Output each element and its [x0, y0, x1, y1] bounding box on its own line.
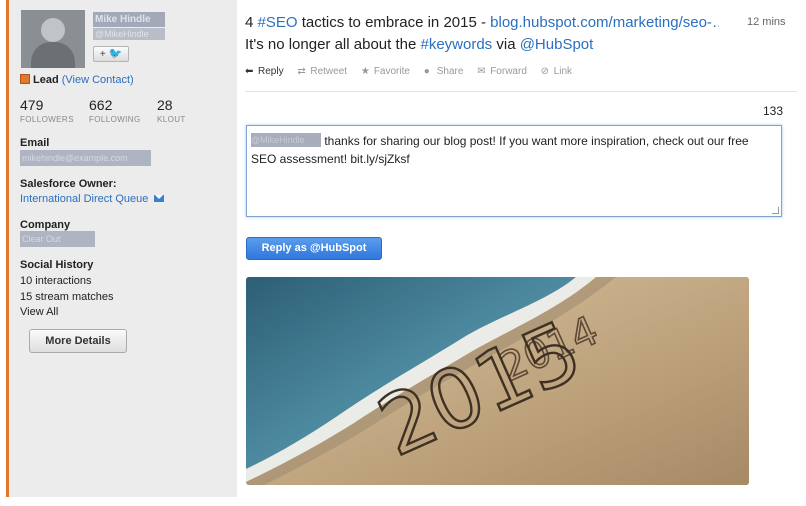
tweet-text-segment: via — [492, 36, 520, 53]
forward-label: Forward — [490, 66, 527, 77]
link-action[interactable]: ⊘ Link — [541, 66, 572, 78]
email-value[interactable]: mikehindle@example.com — [20, 150, 151, 166]
stat-label: KLOUT — [157, 115, 186, 124]
resize-handle[interactable] — [772, 207, 779, 214]
chain-link-icon: ⊘ — [540, 66, 550, 77]
retweet-action[interactable]: ⇄ Retweet — [297, 66, 347, 78]
stream-matches-count: 15 stream matches — [20, 291, 114, 303]
reply-action[interactable]: ⬅ Reply — [245, 66, 284, 78]
more-details-button[interactable]: More Details — [29, 329, 127, 353]
contact-sidebar: Mike Hindle @MikeHindle + 🐦 Lead (View C… — [9, 0, 237, 497]
stat-label: FOLLOWERS — [20, 115, 74, 124]
owner-row: International Direct Queue — [20, 192, 165, 206]
stat-label: FOLLOWING — [89, 115, 141, 124]
contact-name[interactable]: Mike Hindle — [93, 12, 165, 27]
stat-value: 28 — [157, 97, 173, 113]
actions-divider — [245, 91, 797, 92]
follow-button[interactable]: + 🐦 — [93, 46, 129, 62]
lead-accent-bar — [0, 0, 9, 497]
share-action[interactable]: ● Share — [424, 66, 464, 78]
social-history-heading: Social History — [20, 259, 94, 271]
tweet-body: 4 #SEO tactics to embrace in 2015 - blog… — [245, 12, 719, 56]
hashtag-keywords-link[interactable]: #keywords — [420, 36, 492, 53]
lead-label: Lead — [33, 74, 59, 86]
reply-mention: @MikeHindle — [251, 133, 321, 147]
favorite-action[interactable]: ★ Favorite — [361, 66, 410, 78]
stat-value: 662 — [89, 97, 113, 113]
stat-value: 479 — [20, 97, 44, 113]
stat-followers: 479 FOLLOWERS — [20, 97, 74, 125]
reply-text: thanks for sharing our blog post! If you… — [251, 134, 749, 166]
tweet-actions: ⬅ Reply ⇄ Retweet ★ Favorite ● Share ✉ Forwar… — [245, 66, 583, 78]
avatar[interactable] — [21, 10, 85, 68]
conversation-pane: 4 #SEO tactics to embrace in 2015 - blog… — [237, 0, 806, 497]
lead-square-icon — [20, 74, 30, 84]
owner-link[interactable]: International Direct Queue — [20, 193, 148, 205]
reply-label: Reply — [258, 66, 284, 77]
beach-2015-image: 2014 2015 — [246, 277, 749, 485]
retweet-icon: ⇄ — [297, 66, 306, 77]
contact-handle[interactable]: @MikeHindle — [93, 28, 165, 40]
tweet-text-segment: 4 — [245, 14, 258, 31]
envelope-icon[interactable] — [154, 195, 165, 202]
company-value[interactable]: Clear Out — [20, 231, 95, 247]
attached-photo[interactable]: 2014 2015 — [246, 277, 749, 485]
tweet-timestamp[interactable]: 12 mins — [747, 16, 786, 28]
avatar-head — [41, 18, 65, 42]
reply-arrow-icon: ⬅ — [245, 66, 254, 77]
stat-following: 662 FOLLOWING — [89, 97, 141, 125]
retweet-label: Retweet — [310, 66, 348, 77]
link-label: Link — [553, 66, 573, 77]
interactions-count: 10 interactions — [20, 275, 92, 287]
bottom-margin — [0, 497, 806, 506]
tweet-text-segment: tactics to embrace in 2015 - — [297, 14, 491, 31]
reply-textarea[interactable]: @MikeHindle thanks for sharing our blog … — [246, 125, 782, 217]
tweet-line-2: It's no longer all about the #keywords v… — [245, 34, 719, 56]
share-label: Share — [436, 66, 464, 77]
follow-plus: + — [99, 49, 106, 60]
tweet-text-segment: It's no longer all about the — [245, 36, 421, 53]
tweet-line-1: 4 #SEO tactics to embrace in 2015 - blog… — [245, 12, 719, 34]
star-icon: ★ — [360, 66, 370, 77]
reply-as-button[interactable]: Reply as @HubSpot — [246, 237, 382, 260]
owner-heading: Salesforce Owner: — [20, 178, 117, 190]
tweet-url-link[interactable]: blog.hubspot.com/marketing/seo-… — [490, 14, 719, 31]
social-inbox-panel: Mike Hindle @MikeHindle + 🐦 Lead (View C… — [0, 0, 806, 506]
stat-klout: 28 KLOUT — [157, 97, 186, 125]
forward-action[interactable]: ✉ Forward — [477, 66, 527, 78]
email-heading: Email — [20, 137, 50, 149]
avatar-body — [31, 42, 75, 68]
speech-bubble-icon: ● — [423, 66, 430, 77]
lead-status: Lead (View Contact) — [20, 73, 134, 87]
favorite-label: Favorite — [373, 66, 410, 77]
mention-link[interactable]: @HubSpot — [520, 36, 594, 53]
envelope-icon: ✉ — [477, 66, 486, 77]
view-all-link[interactable]: View All — [20, 305, 58, 319]
company-heading: Company — [20, 219, 71, 231]
twitter-bird-icon: 🐦 — [108, 48, 123, 60]
hashtag-seo-link[interactable]: #SEO — [258, 14, 298, 31]
character-counter: 133 — [763, 104, 784, 118]
view-contact-link[interactable]: (View Contact) — [62, 74, 134, 86]
